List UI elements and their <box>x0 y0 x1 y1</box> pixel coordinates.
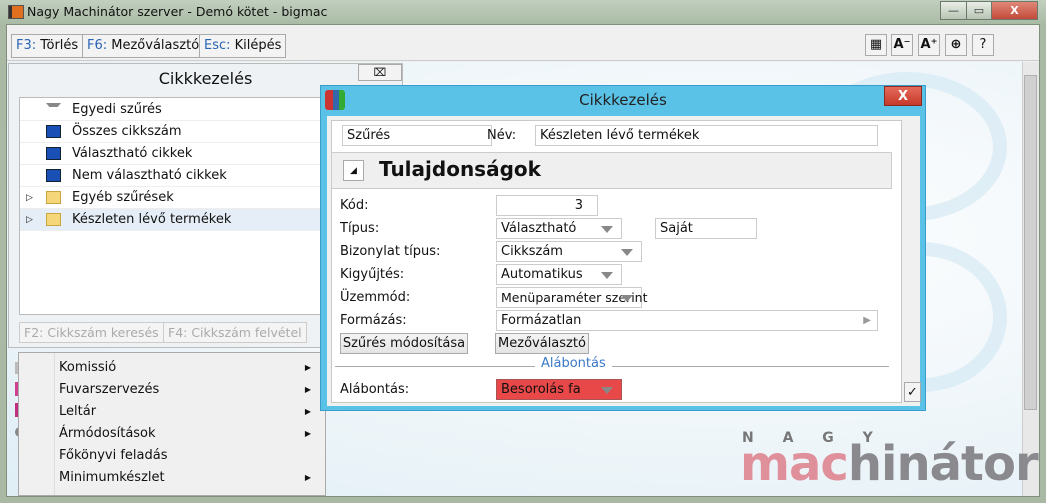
toolbar: F3: Törlés F6: Mezőválasztó Esc: Kilépés… <box>7 25 1039 61</box>
formazas-picker[interactable]: Formázatlan ▶ <box>496 310 878 331</box>
logo-part: hinátor <box>847 436 1039 492</box>
tree-item-label: Egyéb szűrések <box>72 190 174 205</box>
dialog-close-button[interactable]: X <box>884 86 922 106</box>
cikkkezeles-dialog: Cikkkezelés X Szűrés Név: Készleten lévő… <box>320 85 926 411</box>
close-button[interactable]: X <box>991 1 1038 20</box>
add-item-button[interactable]: F4: Cikkszám felvétel <box>163 322 307 343</box>
uzemmod-label: Üzemmód: <box>340 290 411 305</box>
font-smaller-icon[interactable]: A⁻ <box>891 34 913 56</box>
submenu-arrow-icon: ▶ <box>304 473 311 482</box>
menu-item-komissio[interactable]: Komissió ▶ <box>59 357 321 379</box>
help-icon[interactable]: ? <box>972 34 994 56</box>
minimize-button[interactable]: — <box>940 1 967 20</box>
menu-item-label: Minimumkészlet <box>59 470 165 485</box>
panel-close-button[interactable]: ⌧ <box>358 64 402 81</box>
submenu-arrow-icon: ▶ <box>304 429 311 438</box>
folder-icon <box>46 191 61 204</box>
button-label: Kilépés <box>230 38 282 53</box>
dialog-title: Cikkkezelés <box>579 91 667 109</box>
tipus-label: Típus: <box>340 221 380 236</box>
lifebuoy-icon[interactable]: ⊕ <box>945 34 967 56</box>
tree-item-label: Készleten lévő termékek <box>72 212 232 227</box>
folder-icon <box>46 213 61 226</box>
chevron-right-icon: ▶ <box>863 315 871 326</box>
collapse-button[interactable]: ◢ <box>343 160 364 181</box>
menu-item-leltar[interactable]: Leltár ▶ <box>59 401 321 423</box>
ok-check-button[interactable]: ✓ <box>904 382 921 402</box>
section-header: ◢ Tulajdonságok <box>331 152 892 189</box>
monitor-icon <box>46 147 61 160</box>
logo-part: mac <box>740 436 849 492</box>
alabontas-dropdown[interactable]: Besorolás fa <box>496 379 622 400</box>
font-larger-icon[interactable]: A⁺ <box>918 34 940 56</box>
dialog-form: Szűrés Név: Készleten lévő termékek ◢ Tu… <box>331 120 902 403</box>
app-icon <box>8 5 24 19</box>
shortcut-key: F3: <box>16 38 37 53</box>
alabontas-label: Alábontás: <box>340 382 410 397</box>
monitor-icon <box>46 125 61 138</box>
scrollbar-thumb[interactable] <box>1024 75 1037 410</box>
modify-filter-button[interactable]: Szűrés módosítása <box>340 333 468 354</box>
submenu-arrow-icon: ▶ <box>304 385 311 394</box>
exit-button[interactable]: Esc: Kilépés <box>199 34 287 58</box>
name-input[interactable]: Készleten lévő termékek <box>535 125 878 146</box>
field-picker-button[interactable]: F6: Mezőválasztó <box>82 34 205 58</box>
monitor-icon <box>46 169 61 182</box>
shortcut-key: Esc: <box>204 38 231 53</box>
window-title: Nagy Machinátor szerver - Demó kötet - b… <box>27 4 328 19</box>
uzemmod-dropdown[interactable]: Menüparaméter szerint <box>496 287 647 308</box>
menu-item-label: Ármódosítások <box>59 426 156 441</box>
expand-icon[interactable]: ▷ <box>26 209 33 231</box>
group-title: Alábontás <box>535 356 612 371</box>
window-titlebar: Nagy Machinátor szerver - Demó kötet - b… <box>0 0 1046 24</box>
search-item-button[interactable]: F2: Cikkszám keresés <box>19 322 164 343</box>
expand-icon[interactable]: ▷ <box>26 187 33 209</box>
menu-item-fokonyvi-feladas[interactable]: Főkönyvi feladás <box>59 445 321 467</box>
menu-item-fuvarszervezes[interactable]: Fuvarszervezés ▶ <box>59 379 321 401</box>
shortcut-key: F6: <box>87 38 108 53</box>
menu-item-label: Fuvarszervezés <box>59 382 160 397</box>
machinator-logo: machinátor <box>740 436 1039 492</box>
tipus-extra-field[interactable]: Saját <box>655 218 757 239</box>
menu-item-label: Leltár <box>59 404 97 419</box>
formazas-value: Formázatlan <box>501 313 582 328</box>
submenu-arrow-icon: ▶ <box>304 407 311 416</box>
menu-item-label: Komissió <box>59 360 117 375</box>
section-title: Tulajdonságok <box>379 157 541 181</box>
context-menu: Komissió ▶ Fuvarszervezés ▶ Leltár ▶ Ármódo… <box>18 352 326 496</box>
menu-gutter <box>54 353 55 495</box>
tree-item-label: Választható cikkek <box>72 146 193 161</box>
type-field[interactable]: Szűrés <box>342 125 492 146</box>
formazas-label: Formázás: <box>340 313 407 328</box>
name-label: Név: <box>487 128 517 143</box>
kod-input[interactable]: 3 <box>496 195 598 216</box>
tree-item-label: Nem választható cikkek <box>72 168 227 183</box>
grid-icon[interactable]: ▦ <box>865 34 887 56</box>
tipus-dropdown[interactable]: Választható <box>496 218 622 239</box>
field-picker-dialog-button[interactable]: Mezőválasztó <box>495 333 589 354</box>
button-label: Törlés <box>36 38 79 53</box>
bizonylat-dropdown[interactable]: Cikkszám <box>496 241 642 262</box>
tree-item-label: Összes cikkszám <box>72 124 182 139</box>
submenu-arrow-icon: ▶ <box>304 363 311 372</box>
tree-item-label: Egyedi szűrés <box>72 102 162 117</box>
kigyujtes-label: Kigyűjtés: <box>340 267 405 282</box>
menu-item-label: Főkönyvi feladás <box>59 448 168 463</box>
group-divider <box>335 366 889 367</box>
menu-item-minimumkeszlet[interactable]: Minimumkészlet ▶ <box>59 467 321 489</box>
bizonylat-label: Bizonylat típus: <box>340 244 441 259</box>
dialog-body: Szűrés Név: Készleten lévő termékek ◢ Tu… <box>327 116 921 406</box>
menu-item-armodositasok[interactable]: Ármódosítások ▶ <box>59 423 321 445</box>
button-label: Mezőválasztó <box>107 38 200 53</box>
delete-button[interactable]: F3: Törlés <box>11 34 84 58</box>
maximize-button[interactable]: ▭ <box>966 1 992 20</box>
kigyujtes-dropdown[interactable]: Automatikus <box>496 264 622 285</box>
filter-icon <box>46 103 61 116</box>
kod-label: Kód: <box>340 198 369 213</box>
